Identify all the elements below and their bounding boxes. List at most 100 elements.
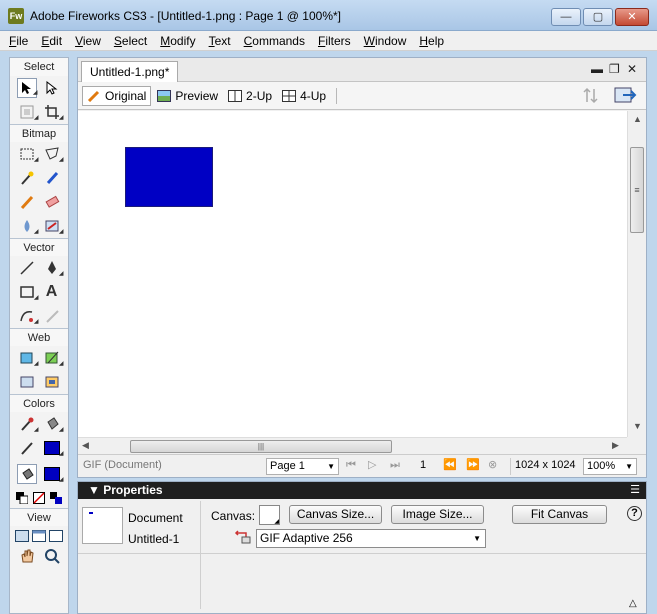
document-status-bar: GIF (Document) Page 1 ▼ ⏮ ▷ ⏭ 1 ⏪ ⏩ ⊗ 10…	[78, 454, 646, 477]
properties-body: Document Untitled-1 Canvas: ◢ Canvas Siz…	[78, 499, 646, 613]
doc-restore-icon[interactable]: ❐	[609, 62, 620, 76]
text-tool-icon[interactable]: A	[42, 282, 62, 302]
scroll-left-icon[interactable]: ◀	[82, 440, 89, 451]
vertical-scroll-thumb[interactable]: ≡	[630, 147, 644, 233]
play-icon[interactable]: ▷	[368, 458, 376, 475]
hide-slices-icon[interactable]	[17, 372, 37, 392]
line-tool-icon[interactable]	[17, 258, 37, 278]
tools-select-heading: Select	[10, 58, 68, 76]
maximize-button[interactable]: ▢	[583, 8, 613, 26]
menu-text[interactable]: Text	[209, 34, 231, 48]
panel-divider	[200, 501, 201, 609]
menu-file[interactable]: File	[9, 34, 28, 48]
document-tab[interactable]: Untitled-1.png*	[81, 61, 179, 82]
menu-modify[interactable]: Modify	[160, 34, 195, 48]
no-stroke-fill-icon[interactable]	[32, 488, 46, 508]
properties-header[interactable]: ▼ Properties ☰	[78, 482, 646, 499]
menu-view[interactable]: View	[75, 34, 101, 48]
minimize-button[interactable]: —	[551, 8, 581, 26]
tools-vector-heading: Vector	[10, 238, 68, 256]
panel-options-icon[interactable]: ☰	[630, 482, 640, 499]
standard-screen-mode-icon[interactable]	[15, 526, 30, 546]
document-window: Untitled-1.png* ▬ ❐ ✕ Original Preview 2…	[77, 57, 647, 478]
hotspot-tool-icon[interactable]: ◢	[17, 348, 39, 368]
pointer-tool-icon[interactable]: ◢	[16, 78, 38, 98]
optimize-select[interactable]: GIF Adaptive 256 ▼	[256, 529, 486, 548]
scroll-right-icon[interactable]: ▶	[612, 440, 619, 451]
canvas-size-button[interactable]: Canvas Size...	[289, 505, 382, 524]
slice-tool-icon[interactable]: ◢	[42, 348, 64, 368]
pen-tool-icon[interactable]: ◢	[42, 258, 64, 278]
menu-help[interactable]: Help	[419, 34, 444, 48]
previous-frame-icon[interactable]: ⏪	[443, 458, 457, 475]
image-size-button[interactable]: Image Size...	[391, 505, 484, 524]
menu-select[interactable]: Select	[114, 34, 147, 48]
canvas-area[interactable]	[78, 111, 627, 437]
document-thumbnail	[82, 507, 123, 544]
brush-tool-icon[interactable]	[42, 168, 62, 188]
marquee-tool-icon[interactable]: ◢	[17, 144, 39, 164]
crop-tool-icon[interactable]: ◢	[42, 102, 64, 122]
fill-color-swatch[interactable]: ◢	[42, 464, 64, 484]
stop-icon[interactable]: ⊗	[488, 458, 497, 475]
original-view-button[interactable]: Original	[82, 85, 152, 106]
full-screen-mode-icon[interactable]	[48, 526, 63, 546]
canvas-color-swatch[interactable]: ◢	[259, 505, 280, 525]
stroke-color-swatch[interactable]: ◢	[42, 438, 64, 458]
hand-tool-icon[interactable]	[17, 546, 37, 566]
menu-edit[interactable]: Edit	[41, 34, 62, 48]
doc-close-icon[interactable]: ✕	[627, 62, 637, 76]
first-frame-icon[interactable]: ⏮	[346, 458, 356, 475]
page-select[interactable]: Page 1 ▼	[266, 458, 339, 475]
scale-tool-icon[interactable]: ◢	[17, 102, 39, 122]
eraser-tool-icon[interactable]	[42, 192, 62, 212]
rectangle-tool-icon[interactable]: ◢	[17, 282, 39, 302]
sort-arrows-icon[interactable]	[581, 86, 601, 106]
zoom-select[interactable]: 100% ▼	[583, 458, 637, 475]
paint-bucket-icon[interactable]: ◢	[42, 414, 64, 434]
four-up-icon	[282, 89, 297, 102]
zoom-tool-icon[interactable]	[42, 546, 62, 566]
fill-swatch[interactable]	[43, 467, 60, 481]
scroll-up-icon[interactable]: ▲	[633, 114, 642, 124]
expand-panel-icon[interactable]: △	[629, 598, 637, 609]
vertical-scrollbar[interactable]: ▲ ≡ ▼	[627, 111, 646, 437]
stroke-swatch[interactable]	[43, 441, 60, 455]
fit-canvas-button[interactable]: Fit Canvas	[512, 505, 607, 524]
horizontal-scroll-thumb[interactable]: |||	[130, 440, 392, 453]
document-tab-bar: Untitled-1.png* ▬ ❐ ✕	[78, 58, 646, 82]
pencil-tool-icon[interactable]	[17, 192, 37, 212]
swap-colors-icon[interactable]	[49, 488, 63, 508]
collapse-triangle-icon: ▼	[88, 483, 104, 497]
next-frame-icon[interactable]: ⏩	[466, 458, 480, 475]
help-icon[interactable]: ?	[627, 506, 642, 521]
quick-export-icon[interactable]	[613, 84, 639, 106]
rubber-stamp-icon[interactable]: ◢	[42, 216, 64, 236]
eyedropper-tool-icon[interactable]: ◢	[17, 414, 39, 434]
magic-wand-icon[interactable]	[17, 168, 37, 188]
swatch-corner-icon: ◢	[274, 519, 279, 525]
last-frame-icon[interactable]: ⏭	[390, 458, 400, 475]
close-button[interactable]: ✕	[615, 8, 649, 26]
knife-tool-icon[interactable]	[42, 306, 62, 326]
menu-window[interactable]: Window	[364, 34, 407, 48]
full-screen-menus-mode-icon[interactable]	[31, 526, 46, 546]
default-colors-icon[interactable]	[15, 488, 29, 508]
show-slices-icon[interactable]	[42, 372, 62, 392]
tools-bitmap-heading: Bitmap	[10, 124, 68, 142]
freeform-tool-icon[interactable]: ◢	[17, 306, 39, 326]
four-up-view-button[interactable]: 4-Up	[278, 86, 330, 106]
horizontal-scrollbar[interactable]: ◀ ||| ▶	[78, 437, 627, 454]
rectangle-shape[interactable]	[125, 147, 213, 207]
two-up-view-button[interactable]: 2-Up	[224, 86, 276, 106]
blur-tool-icon[interactable]: ◢	[17, 216, 39, 236]
zoom-select-value: 100%	[587, 460, 616, 472]
preview-view-button[interactable]: Preview	[153, 86, 222, 106]
pencil-icon	[87, 90, 100, 102]
menu-commands[interactable]: Commands	[244, 34, 305, 48]
lasso-tool-icon[interactable]: ◢	[42, 144, 64, 164]
subselection-tool-icon[interactable]	[42, 78, 62, 98]
menu-filters[interactable]: Filters	[318, 34, 351, 48]
scroll-down-icon[interactable]: ▼	[633, 421, 642, 431]
doc-minimize-icon[interactable]: ▬	[591, 62, 603, 76]
